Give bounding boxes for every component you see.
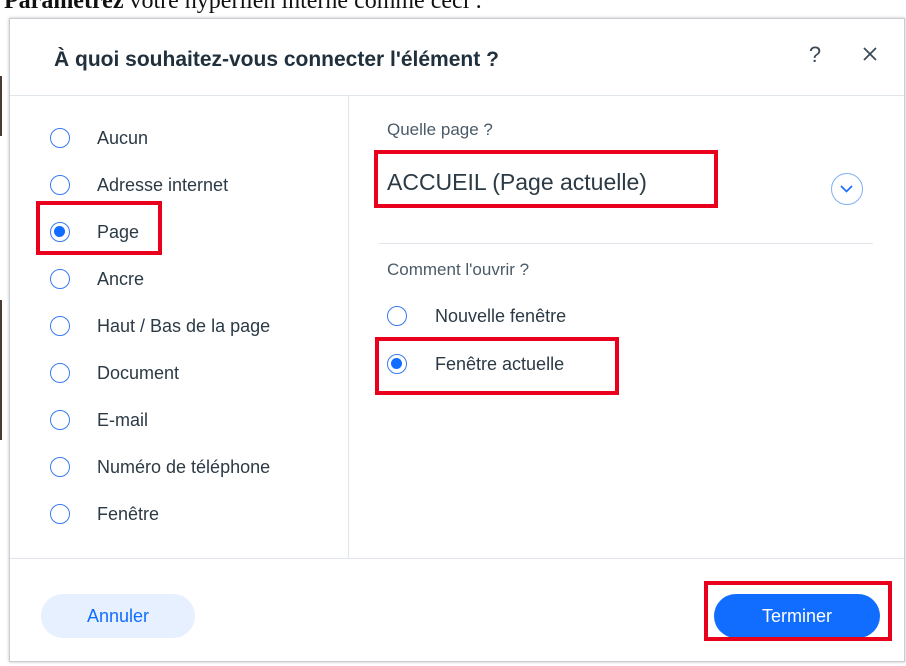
open-option-label: Nouvelle fenêtre [435, 305, 567, 326]
page-section-label: Quelle page ? [387, 120, 493, 139]
link-type-label: Document [97, 362, 180, 383]
section-divider [379, 243, 873, 244]
link-type-option-lightbox[interactable]: Fenêtre [50, 499, 159, 529]
document-lead-bold: Paramétrez [4, 0, 124, 14]
radio-button-selected[interactable] [387, 354, 407, 374]
link-type-option-aucun[interactable]: Aucun [50, 123, 148, 153]
radio-button[interactable] [50, 316, 70, 336]
link-type-option-top-bottom[interactable]: Haut / Bas de la page [50, 311, 270, 341]
link-type-option-page[interactable]: Page [50, 217, 139, 247]
chevron-down-icon [840, 185, 853, 193]
close-button[interactable] [855, 39, 885, 69]
link-type-option-anchor[interactable]: Ancre [50, 264, 144, 294]
open-option-current-window[interactable]: Fenêtre actuelle [387, 349, 564, 379]
done-button[interactable]: Terminer [714, 594, 880, 638]
help-button[interactable]: ? [802, 41, 828, 69]
dialog-title: À quoi souhaitez-vous connecter l'élémen… [54, 48, 499, 71]
link-settings-panel: Quelle page ? ACCUEIL (Page actuelle) Co… [349, 96, 904, 558]
link-type-option-email[interactable]: E-mail [50, 405, 148, 435]
link-type-label: Numéro de téléphone [97, 456, 271, 477]
open-option-new-window[interactable]: Nouvelle fenêtre [387, 301, 566, 331]
dialog-header: À quoi souhaitez-vous connecter l'élémen… [10, 19, 904, 96]
document-edge-mark [0, 300, 2, 440]
radio-button[interactable] [50, 410, 70, 430]
link-type-list: Aucun Adresse internet Page Ancre Haut /… [10, 96, 349, 558]
link-type-option-web-address[interactable]: Adresse internet [50, 170, 228, 200]
close-icon [863, 47, 877, 61]
document-edge-mark [0, 76, 2, 136]
open-option-label: Fenêtre actuelle [435, 353, 565, 374]
link-type-label: Aucun [97, 127, 149, 148]
open-section-label: Comment l'ouvrir ? [387, 260, 530, 279]
link-type-label: E-mail [97, 409, 149, 430]
radio-button[interactable] [50, 128, 70, 148]
radio-button[interactable] [50, 175, 70, 195]
page-dropdown-button[interactable] [831, 173, 863, 205]
link-type-label: Page [97, 221, 140, 242]
radio-button-selected[interactable] [50, 222, 70, 242]
radio-button[interactable] [50, 457, 70, 477]
radio-button[interactable] [50, 504, 70, 524]
link-type-option-document[interactable]: Document [50, 358, 179, 388]
link-type-label: Fenêtre [97, 503, 160, 524]
document-lead-text: Paramétrez votre hyperlien interne comme… [4, 0, 482, 15]
page-select[interactable]: ACCUEIL (Page actuelle) [387, 162, 647, 202]
document-lead-rest: votre hyperlien interne comme ceci : [123, 0, 482, 14]
dialog-footer: Annuler Terminer [10, 558, 904, 661]
radio-button[interactable] [50, 363, 70, 383]
link-dialog: À quoi souhaitez-vous connecter l'élémen… [9, 18, 905, 662]
link-type-label: Haut / Bas de la page [97, 315, 271, 336]
radio-button[interactable] [50, 269, 70, 289]
link-type-option-phone[interactable]: Numéro de téléphone [50, 452, 270, 482]
radio-button[interactable] [387, 306, 407, 326]
link-type-label: Ancre [97, 268, 145, 289]
cancel-button[interactable]: Annuler [41, 594, 195, 638]
link-type-label: Adresse internet [97, 174, 229, 195]
